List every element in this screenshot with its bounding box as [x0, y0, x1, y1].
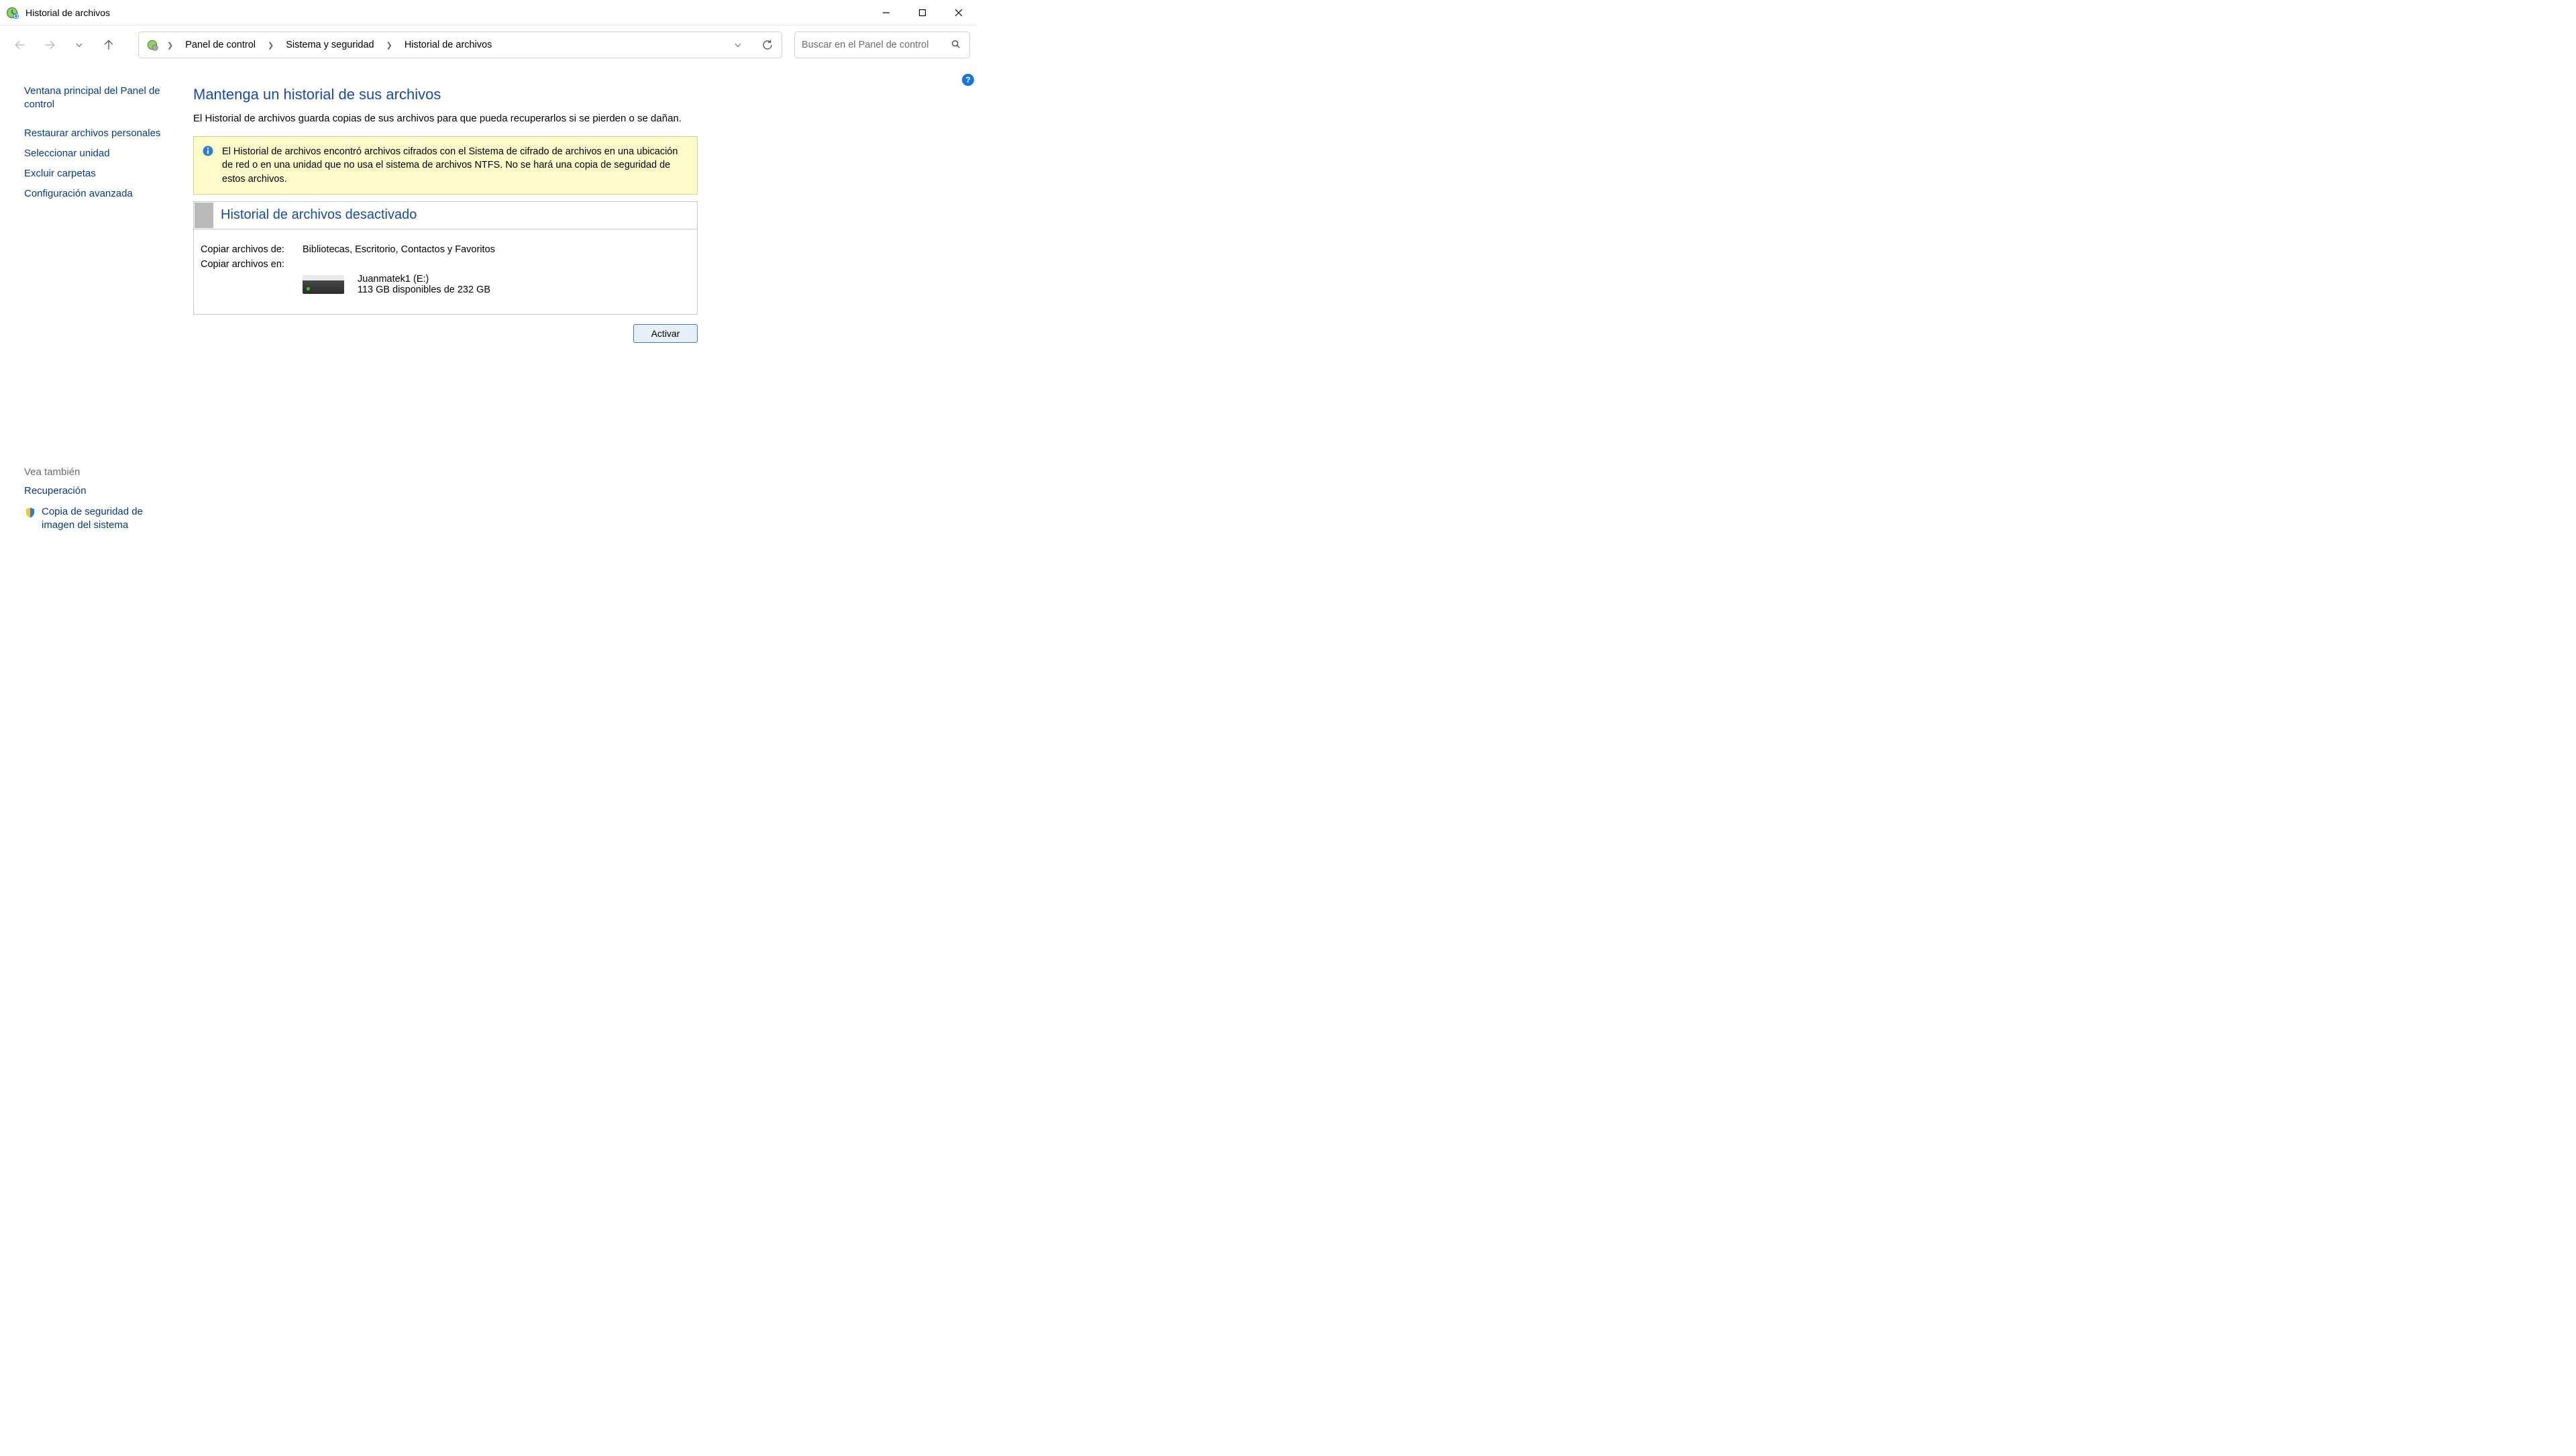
status-title: Historial de archivos desactivado [214, 203, 423, 227]
app-icon [5, 6, 19, 19]
control-panel-icon [144, 37, 160, 53]
see-also-recovery[interactable]: Recuperación [24, 484, 172, 498]
address-bar[interactable]: ❯ Panel de control ❯ Sistema y seguridad… [138, 32, 782, 58]
title-bar: Historial de archivos [0, 0, 977, 25]
minimize-button[interactable] [868, 0, 904, 25]
warning-alert: El Historial de archivos encontró archiv… [193, 136, 698, 195]
chevron-right-icon: ❯ [162, 41, 178, 50]
refresh-button[interactable] [756, 35, 779, 55]
breadcrumb-leaf[interactable]: Historial de archivos [402, 37, 495, 53]
warning-text: El Historial de archivos encontró archiv… [222, 146, 678, 185]
chevron-right-icon: ❯ [381, 41, 398, 50]
info-icon [202, 145, 214, 157]
copy-from-value: Bibliotecas, Escritorio, Contactos y Fav… [303, 244, 495, 255]
forward-button[interactable] [36, 32, 63, 58]
shield-icon [24, 507, 36, 519]
window-controls [868, 0, 977, 25]
drive-name: Juanmatek1 (E:) [358, 274, 490, 284]
recent-dropdown[interactable] [66, 32, 93, 58]
copy-from-label: Copiar archivos de: [201, 244, 303, 255]
up-button[interactable] [95, 32, 122, 58]
address-dropdown[interactable] [727, 35, 749, 55]
activate-button[interactable]: Activar [633, 324, 698, 343]
search-icon[interactable] [951, 39, 961, 52]
sidebar-link-select-drive[interactable]: Seleccionar unidad [24, 147, 172, 160]
status-thumb-icon [195, 203, 213, 228]
search-input[interactable] [802, 40, 963, 50]
sidebar: Ventana principal del Panel de control R… [0, 64, 189, 551]
drive-space: 113 GB disponibles de 232 GB [358, 284, 490, 295]
breadcrumb: ❯ Panel de control ❯ Sistema y seguridad… [162, 37, 494, 53]
sidebar-link-exclude[interactable]: Excluir carpetas [24, 167, 172, 180]
nav-row: ❯ Panel de control ❯ Sistema y seguridad… [0, 25, 977, 64]
copy-to-label: Copiar archivos en: [201, 259, 303, 270]
help-icon[interactable]: ? [962, 74, 974, 86]
maximize-button[interactable] [904, 0, 941, 25]
sidebar-link-advanced[interactable]: Configuración avanzada [24, 187, 172, 201]
status-card: Historial de archivos desactivado Copiar… [193, 201, 698, 315]
close-button[interactable] [941, 0, 977, 25]
see-also-label: Vea también [24, 466, 172, 478]
drive-icon [303, 275, 344, 294]
back-button[interactable] [7, 32, 34, 58]
window-title: Historial de archivos [25, 7, 110, 18]
see-also-system-image[interactable]: Copia de seguridad de imagen del sistema [42, 505, 172, 533]
breadcrumb-mid[interactable]: Sistema y seguridad [283, 37, 376, 53]
sidebar-controlpanel-home[interactable]: Ventana principal del Panel de control [24, 85, 172, 112]
sidebar-link-restore[interactable]: Restaurar archivos personales [24, 127, 172, 140]
breadcrumb-root[interactable]: Panel de control [182, 37, 258, 53]
chevron-right-icon: ❯ [262, 41, 279, 50]
page-description: El Historial de archivos guarda copias d… [193, 113, 963, 124]
page-heading: Mantenga un historial de sus archivos [193, 86, 963, 103]
main-content: ? Mantenga un historial de sus archivos … [189, 64, 977, 551]
search-box[interactable] [794, 32, 970, 58]
